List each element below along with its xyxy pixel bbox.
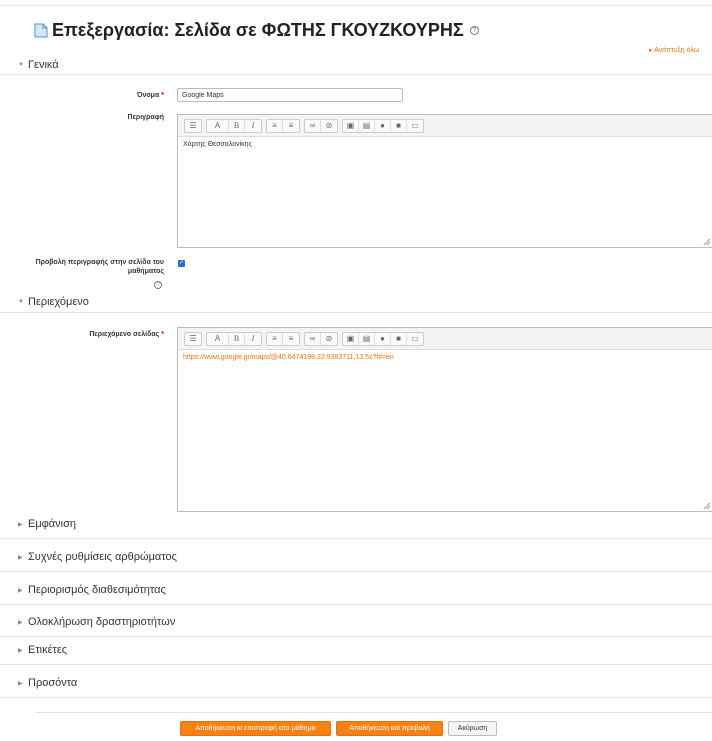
chevron-right-icon: ▶ (18, 680, 23, 687)
font-style-icon[interactable]: A (207, 119, 229, 132)
expand-all-link[interactable]: ▸ Ανάπτυξη όλω (649, 46, 699, 54)
italic-button[interactable]: I (245, 333, 261, 345)
description-editor[interactable]: ☰ ABI ≡ ≡ ∞ ⊘ ▣ ▤ ● ■ ▭ Χάρτης Θεσσαλονίκης (177, 114, 712, 248)
help-icon[interactable]: ? (469, 26, 479, 35)
section-divider (0, 697, 712, 698)
section-restrict-header[interactable]: ▶ Περιορισμός διαθεσιμότητας (18, 584, 166, 596)
section-divider (0, 604, 712, 605)
media-icon[interactable]: ▤ (359, 332, 375, 345)
description-label: Περιγραφή (127, 114, 164, 121)
file-icon[interactable]: ▭ (407, 120, 423, 132)
footer-divider (35, 712, 712, 713)
show-description-checkbox[interactable]: ✓ (178, 260, 185, 267)
section-divider (0, 538, 712, 539)
video-icon[interactable]: ■ (391, 332, 407, 345)
italic-button[interactable]: I (245, 120, 261, 132)
editor-toolbar: ☰ ABI ≡ ≡ ∞ ⊘ ▣ ▤ ● ■ ▭ (178, 328, 712, 350)
chevron-down-icon: ▼ (18, 299, 24, 305)
save-display-button[interactable]: Αποθήκευση και προβολή (336, 721, 443, 736)
numbered-list-icon[interactable]: ≡ (283, 120, 299, 132)
section-module-settings-header[interactable]: ▶ Συχνές ρυθμίσεις αρθρώματος (18, 551, 177, 563)
cancel-button[interactable]: Ακύρωση (448, 721, 497, 736)
font-style-icon[interactable]: A (207, 332, 229, 345)
link-icon[interactable]: ∞ (305, 332, 321, 345)
unlink-icon[interactable]: ⊘ (321, 120, 337, 132)
bullet-list-icon[interactable]: ≡ (267, 119, 283, 132)
save-return-button[interactable]: Αποθήκευση κι επιστροφή στο μάθημα (180, 721, 331, 736)
toolbar-toggle-icon[interactable]: ☰ (185, 333, 201, 345)
page-title-text: Επεξεργασία: Σελίδα σε ΦΩΤΗΣ ΓΚΟΥΖΚΟΥΡΗΣ (52, 20, 464, 40)
chevron-down-icon: ▼ (18, 62, 24, 68)
toolbar-toggle-icon[interactable]: ☰ (185, 120, 201, 132)
numbered-list-icon[interactable]: ≡ (283, 333, 299, 345)
bold-button[interactable]: B (229, 119, 245, 132)
name-label: Όνομα * (136, 92, 164, 99)
unlink-icon[interactable]: ⊘ (321, 333, 337, 345)
section-general-label: Γενικά (28, 59, 59, 71)
bullet-list-icon[interactable]: ≡ (267, 332, 283, 345)
section-divider (0, 571, 712, 572)
chevron-right-icon: ▶ (18, 587, 23, 594)
link-icon[interactable]: ∞ (305, 119, 321, 132)
page-content-text[interactable]: https://www.google.gr/maps/@40.6474198,2… (178, 350, 712, 365)
chevron-right-icon: ▶ (18, 554, 23, 561)
image-icon[interactable]: ▣ (343, 332, 359, 345)
section-divider (0, 74, 712, 75)
section-competencies-header[interactable]: ▶ Προσόντα (18, 677, 77, 689)
page-icon (34, 23, 48, 38)
section-divider (0, 312, 712, 313)
required-mark: * (161, 92, 164, 99)
section-general-header[interactable]: ▼ Γενικά (18, 59, 59, 71)
media-icon[interactable]: ▤ (359, 119, 375, 132)
image-icon[interactable]: ▣ (343, 119, 359, 132)
name-input[interactable] (177, 88, 403, 102)
page-title: Επεξεργασία: Σελίδα σε ΦΩΤΗΣ ΓΚΟΥΖΚΟΥΡΗΣ… (34, 20, 479, 41)
section-appearance-label: Εμφάνιση (28, 518, 77, 530)
description-text[interactable]: Χάρτης Θεσσαλονίκης (178, 137, 712, 152)
section-content-header[interactable]: ▼ Περιεχόμενο (18, 296, 89, 308)
resize-grip-icon[interactable] (702, 501, 710, 509)
section-competencies-label: Προσόντα (28, 677, 78, 689)
microphone-icon[interactable]: ● (375, 119, 391, 132)
top-divider (0, 5, 712, 6)
chevron-right-icon: ▶ (18, 521, 23, 528)
section-completion-label: Ολοκλήρωση δραστηριοτήτων (28, 616, 176, 628)
section-restrict-label: Περιορισμός διαθεσιμότητας (28, 584, 166, 596)
section-tags-header[interactable]: ▶ Ετικέτες (18, 644, 67, 656)
required-mark: * (161, 331, 164, 338)
page-content-editor[interactable]: ☰ ABI ≡ ≡ ∞ ⊘ ▣ ▤ ● ■ ▭ https://www.google.gr/… (177, 327, 712, 512)
chevron-right-icon: ▶ (18, 619, 23, 626)
editor-toolbar: ☰ ABI ≡ ≡ ∞ ⊘ ▣ ▤ ● ■ ▭ (178, 115, 712, 137)
video-icon[interactable]: ■ (391, 119, 407, 132)
section-divider (0, 664, 712, 665)
chevron-right-icon: ▶ (18, 647, 23, 654)
section-tags-label: Ετικέτες (28, 644, 68, 656)
section-module-settings-label: Συχνές ρυθμίσεις αρθρώματος (28, 551, 177, 563)
section-completion-header[interactable]: ▶ Ολοκλήρωση δραστηριοτήτων (18, 616, 175, 628)
section-divider (0, 636, 712, 637)
microphone-icon[interactable]: ● (375, 332, 391, 345)
help-icon[interactable]: ? (154, 281, 162, 289)
section-appearance-header[interactable]: ▶ Εμφάνιση (18, 518, 76, 530)
page-content-label: Περιεχόμενο σελίδας * (89, 331, 164, 338)
resize-grip-icon[interactable] (702, 237, 710, 245)
file-icon[interactable]: ▭ (407, 333, 423, 345)
bold-button[interactable]: B (229, 332, 245, 345)
show-description-label: Προβολή περιγραφής στην σελίδα του μαθήμ… (35, 259, 164, 275)
section-content-label: Περιεχόμενο (28, 296, 89, 308)
